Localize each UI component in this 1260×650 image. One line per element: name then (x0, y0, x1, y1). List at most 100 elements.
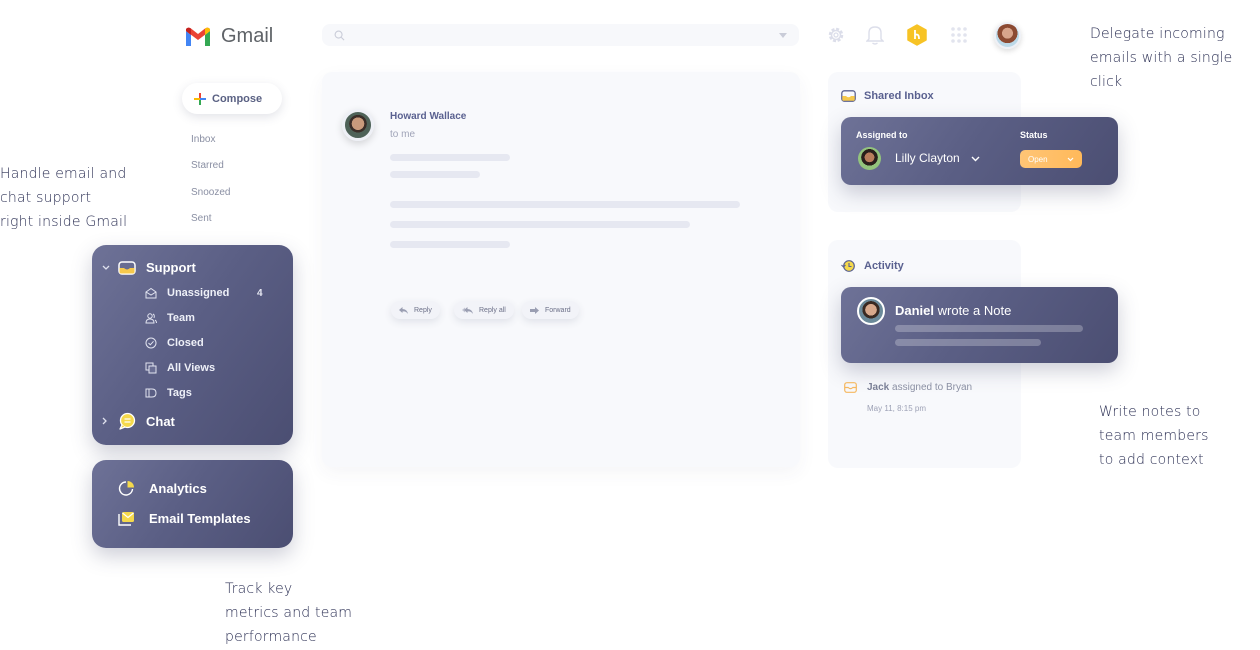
support-item-all-views[interactable]: All Views (145, 362, 215, 374)
notifications-button[interactable] (863, 23, 887, 47)
email-template-icon (118, 512, 134, 526)
reply-button[interactable]: Reply (391, 301, 440, 319)
tools-panel: Analytics Email Templates (92, 460, 293, 548)
apps-button[interactable] (947, 23, 971, 47)
chevron-right-icon[interactable] (102, 417, 108, 425)
activity-log-item: Jack assigned to Bryan (844, 382, 972, 393)
compose-button[interactable]: Compose (182, 83, 282, 114)
annotation-line: emails with a single (1090, 50, 1233, 66)
forward-icon (530, 306, 539, 314)
email-templates-label: Email Templates (149, 511, 251, 526)
assigned-to-label: Assigned to (856, 130, 908, 140)
support-item-label: Tags (167, 387, 192, 399)
support-item-team[interactable]: Team (145, 312, 195, 324)
chevron-down-icon (971, 156, 980, 162)
chevron-down-icon (1067, 157, 1074, 161)
hiver-logo-icon (907, 24, 927, 46)
search-options-dropdown-icon[interactable] (779, 32, 787, 38)
envelope-open-icon (145, 287, 157, 299)
apps-grid-icon (951, 27, 967, 43)
reply-all-button[interactable]: Reply all (454, 301, 514, 319)
email-placeholder-line (390, 201, 740, 208)
note-placeholder-line (895, 339, 1041, 346)
search-bar[interactable] (322, 24, 799, 46)
gmail-logo[interactable]: Gmail (185, 25, 273, 48)
reply-label: Reply (414, 306, 432, 314)
history-icon (841, 260, 855, 272)
assignee-name: Lilly Clayton (895, 151, 960, 165)
chat-section-header[interactable]: Chat (102, 412, 175, 430)
settings-button[interactable] (824, 23, 848, 47)
forward-label: Forward (545, 306, 571, 314)
annotation-email-chat: Handle email and chat support right insi… (0, 162, 127, 234)
annotation-line: performance (225, 629, 317, 645)
recipient-label: to me (390, 129, 416, 140)
analytics-label: Analytics (149, 481, 207, 496)
forward-button[interactable]: Forward (522, 301, 579, 319)
annotation-line: Handle email and (0, 166, 127, 182)
reply-icon (399, 306, 408, 314)
support-label: Support (146, 260, 196, 275)
sender-name[interactable]: Howard Wallace (390, 111, 466, 122)
nav-item-sent[interactable]: Sent (191, 213, 212, 224)
annotation-line: right inside Gmail (0, 214, 128, 230)
annotation-line: to add context (1099, 452, 1204, 468)
note-placeholder-line (895, 325, 1083, 332)
annotation-notes: Write notes to team members to add conte… (1099, 400, 1209, 472)
nav-item-starred[interactable]: Starred (191, 160, 224, 171)
support-item-label: All Views (167, 362, 216, 374)
note-activity-text: Daniel wrote a Note (895, 303, 1011, 318)
support-item-label: Closed (167, 337, 204, 349)
inbox-tray-icon (844, 382, 857, 393)
unassigned-count-badge: 4 (257, 288, 263, 299)
inbox-tray-icon (118, 260, 136, 275)
hiver-button[interactable] (905, 23, 929, 47)
annotation-delegate: Delegate incoming emails with a single c… (1090, 22, 1233, 94)
annotation-line: Delegate incoming (1090, 26, 1225, 42)
note-action: wrote a Note (934, 303, 1012, 318)
team-icon (145, 313, 157, 324)
search-icon (334, 30, 345, 40)
analytics-item[interactable]: Analytics (118, 480, 207, 497)
email-placeholder-line (390, 171, 480, 178)
annotation-line: team members (1099, 428, 1209, 444)
user-avatar[interactable] (994, 22, 1021, 49)
annotation-line: chat support (0, 190, 92, 206)
annotation-line: Track key (225, 581, 293, 597)
chat-bubble-icon (119, 412, 136, 430)
reply-all-icon (462, 306, 473, 314)
status-label: Status (1020, 130, 1048, 140)
log-actor: Jack (867, 382, 890, 393)
email-templates-item[interactable]: Email Templates (118, 511, 251, 526)
check-circle-icon (145, 337, 157, 349)
support-section-header[interactable]: Support (102, 260, 196, 275)
note-author: Daniel (895, 303, 935, 318)
annotation-line: metrics and team (225, 605, 353, 621)
bell-icon (866, 26, 884, 45)
status-value: Open (1028, 154, 1048, 164)
assignee-avatar (858, 147, 881, 170)
shared-inbox-title: Shared Inbox (864, 90, 934, 102)
nav-item-inbox[interactable]: Inbox (191, 134, 215, 145)
annotation-analytics: Track key metrics and team performance (225, 577, 352, 649)
sender-avatar[interactable] (342, 109, 374, 141)
support-item-tags[interactable]: Tags (145, 387, 192, 399)
compose-label: Compose (212, 92, 263, 105)
email-placeholder-line (390, 154, 510, 161)
gear-icon (828, 27, 844, 43)
support-item-closed[interactable]: Closed (145, 337, 204, 349)
support-item-label: Team (167, 312, 195, 324)
nav-item-snoozed[interactable]: Snoozed (191, 187, 230, 198)
support-item-unassigned[interactable]: Unassigned (145, 287, 229, 299)
views-icon (145, 362, 157, 374)
chat-label: Chat (146, 413, 175, 429)
assignee-dropdown[interactable]: Lilly Clayton (895, 151, 980, 165)
chevron-down-icon[interactable] (102, 265, 110, 271)
app-title: Gmail (221, 25, 274, 47)
plus-icon (194, 92, 206, 105)
status-dropdown[interactable]: Open (1020, 150, 1082, 168)
note-author-avatar (857, 297, 885, 325)
annotation-line: Write notes to (1099, 404, 1201, 420)
log-action: assigned to Bryan (892, 382, 973, 393)
email-placeholder-line (390, 221, 690, 228)
